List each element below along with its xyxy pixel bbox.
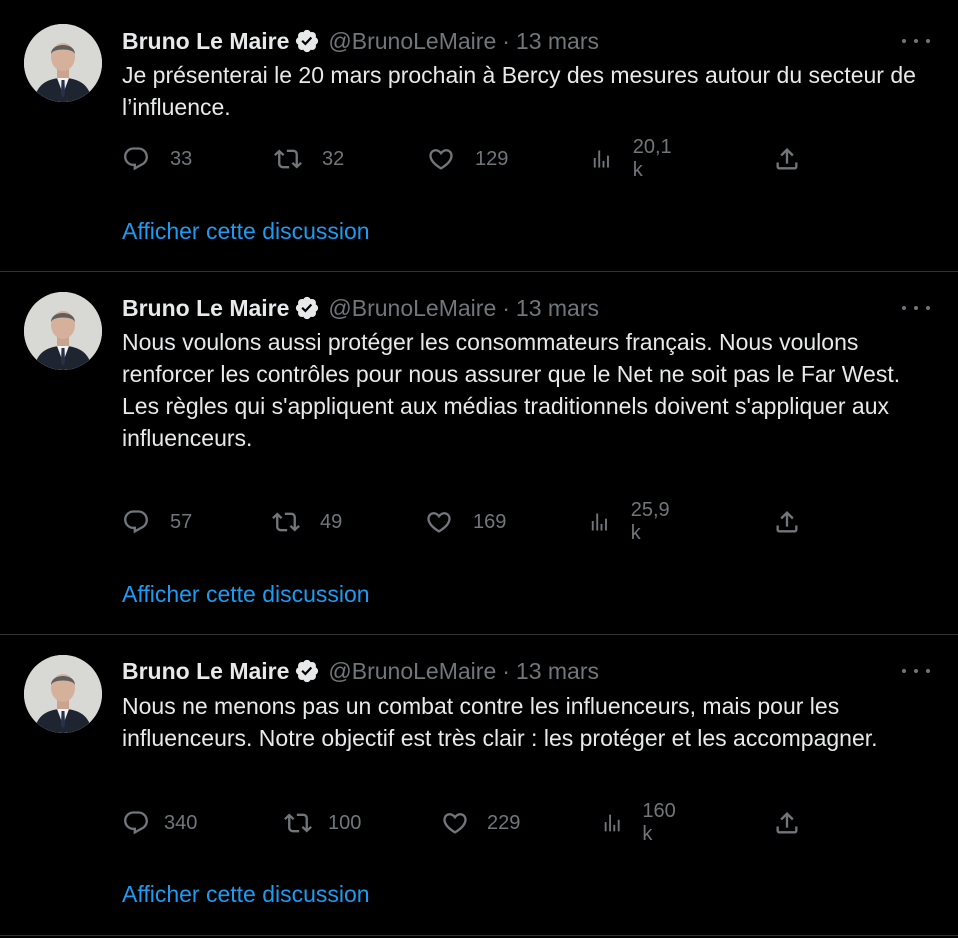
like-count: 169	[473, 510, 507, 533]
views-chart-icon	[604, 814, 620, 832]
author-handle[interactable]: @BrunoLeMaire	[328, 28, 496, 55]
reply-count: 340	[164, 811, 198, 834]
share-icon	[776, 812, 798, 834]
author-name[interactable]: Bruno Le Maire	[122, 28, 289, 55]
views-chart-icon	[593, 150, 609, 168]
share-icon	[776, 511, 798, 533]
like-button[interactable]: 169	[425, 507, 506, 537]
views-button[interactable]: 25,9 k	[588, 499, 675, 544]
avatar[interactable]	[24, 292, 102, 370]
more-options-icon[interactable]	[902, 661, 930, 681]
reply-icon	[124, 147, 148, 171]
retweet-count: 32	[322, 147, 345, 170]
views-button[interactable]: 20,1 k	[590, 136, 677, 181]
profile-photo-icon	[24, 292, 102, 370]
tweet-date[interactable]: 13 mars	[516, 658, 599, 685]
views-count: 20,1 k	[632, 136, 672, 181]
views-count: 160 k	[642, 800, 676, 845]
author-handle[interactable]: @BrunoLeMaire	[328, 295, 496, 322]
share-button[interactable]	[773, 144, 801, 174]
reply-icon	[124, 811, 148, 835]
retweet-count: 49	[320, 510, 343, 533]
retweet-button[interactable]: 32	[274, 144, 344, 174]
tweet-text: Je présenterai le 20 mars prochain à Ber…	[122, 62, 916, 120]
verified-badge-icon	[294, 295, 320, 321]
like-count: 129	[475, 147, 509, 170]
more-options-icon[interactable]	[902, 31, 930, 51]
tweet-text: Nous ne menons pas un combat contre les …	[122, 693, 878, 751]
retweet-icon	[272, 512, 300, 532]
share-button[interactable]	[773, 507, 801, 537]
retweet-button[interactable]: 49	[272, 507, 342, 537]
reply-button[interactable]: 33	[122, 144, 192, 174]
like-button[interactable]: 229	[441, 808, 520, 838]
retweet-count: 100	[328, 811, 362, 834]
share-icon	[776, 148, 798, 170]
like-button[interactable]: 129	[427, 144, 508, 174]
avatar[interactable]	[24, 24, 102, 102]
like-count: 229	[487, 811, 521, 834]
author-name[interactable]: Bruno Le Maire	[122, 658, 289, 685]
reply-button[interactable]: 57	[122, 507, 192, 537]
profile-photo-icon	[24, 655, 102, 733]
more-options-icon[interactable]	[902, 298, 930, 318]
separator-dot: ·	[502, 27, 510, 54]
author-name[interactable]: Bruno Le Maire	[122, 295, 289, 322]
retweet-button[interactable]: 100	[284, 808, 361, 838]
share-button[interactable]	[773, 808, 801, 838]
views-chart-icon	[591, 513, 607, 531]
tweet[interactable]: Bruno Le Maire @BrunoLeMaire · 13 mars J…	[0, 0, 958, 272]
tweet-text: Nous voulons aussi protéger les consomma…	[122, 329, 901, 451]
reply-icon	[124, 510, 148, 534]
show-thread-link[interactable]: Afficher cette discussion	[122, 881, 370, 908]
separator-dot: ·	[502, 657, 510, 684]
views-button[interactable]: 160 k	[601, 800, 681, 845]
author-handle[interactable]: @BrunoLeMaire	[328, 658, 496, 685]
show-thread-link[interactable]: Afficher cette discussion	[122, 218, 370, 245]
tweet[interactable]: Bruno Le Maire @BrunoLeMaire · 13 mars N…	[0, 635, 958, 936]
retweet-icon	[284, 813, 312, 833]
views-count: 25,9 k	[630, 499, 670, 544]
reply-count: 33	[170, 147, 193, 170]
tweet-date[interactable]: 13 mars	[516, 28, 599, 55]
reply-count: 57	[170, 510, 193, 533]
tweet-date[interactable]: 13 mars	[516, 295, 599, 322]
profile-photo-icon	[24, 24, 102, 102]
verified-badge-icon	[294, 658, 320, 684]
separator-dot: ·	[502, 294, 510, 321]
heart-icon	[443, 813, 467, 834]
heart-icon	[427, 512, 451, 533]
verified-badge-icon	[294, 28, 320, 54]
show-thread-link[interactable]: Afficher cette discussion	[122, 581, 370, 608]
reply-button[interactable]: 340	[122, 808, 197, 838]
retweet-icon	[274, 149, 302, 169]
tweet[interactable]: Bruno Le Maire @BrunoLeMaire · 13 mars N…	[0, 272, 958, 635]
heart-icon	[429, 149, 453, 170]
avatar[interactable]	[24, 655, 102, 733]
